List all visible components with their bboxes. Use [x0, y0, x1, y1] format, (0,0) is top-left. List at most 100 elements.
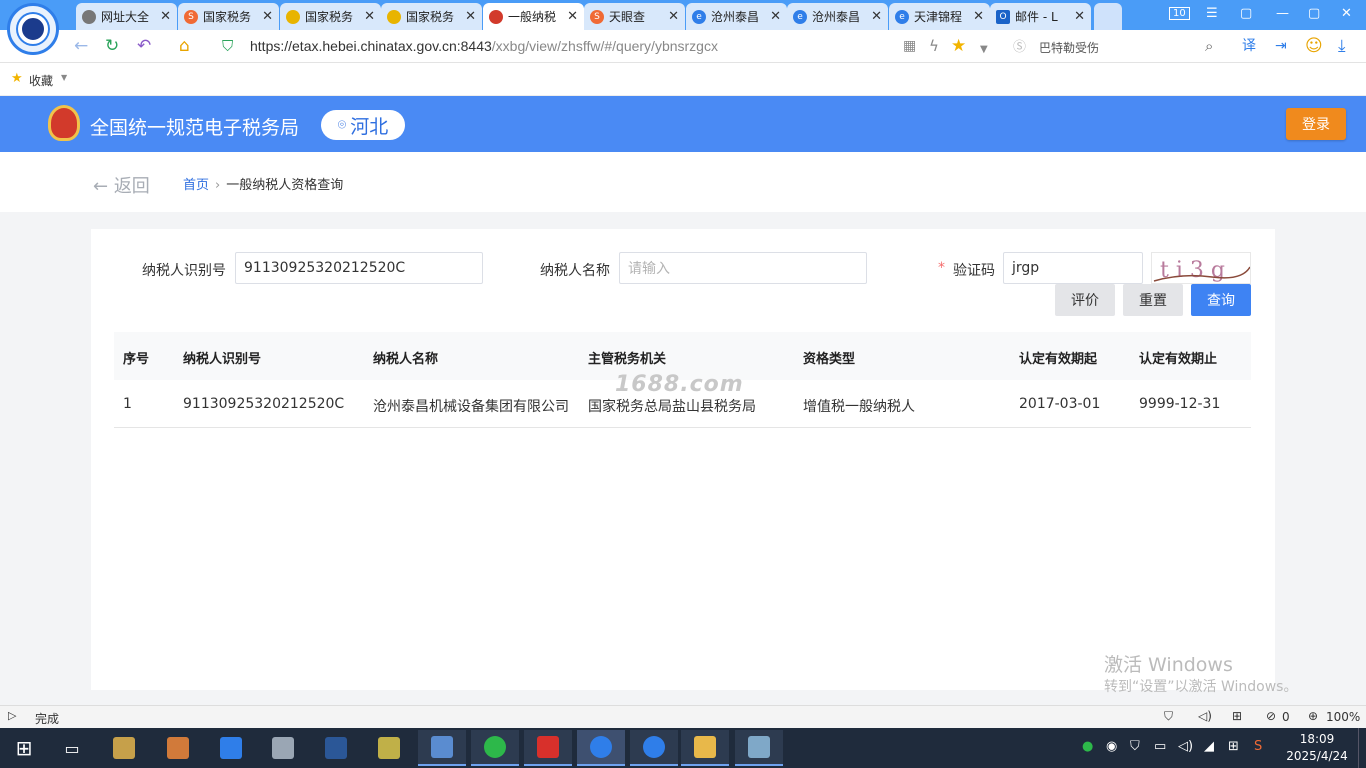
shield-tray-icon[interactable]: ⛉ — [1130, 739, 1140, 754]
required-asterisk: * — [938, 260, 945, 276]
taskbar-explorer[interactable] — [681, 730, 729, 766]
paint-icon — [113, 737, 135, 759]
back-arrow-icon[interactable]: ← — [74, 35, 88, 57]
skin-icon[interactable]: ▢ — [1240, 6, 1252, 21]
star-icon[interactable]: ★ — [951, 35, 966, 57]
browser-logo-icon[interactable] — [7, 3, 59, 55]
close-icon[interactable]: ✕ — [668, 9, 679, 24]
tab-1[interactable]: S 国家税务 ✕ — [178, 3, 279, 30]
rate-button[interactable]: 评价 — [1055, 284, 1115, 316]
task-view-button[interactable]: ▭ — [48, 730, 96, 766]
region-selector[interactable]: ⌾ 河北 — [321, 110, 405, 140]
captcha-image[interactable]: t i 3 g — [1151, 252, 1251, 284]
word-icon — [325, 737, 347, 759]
tab-4[interactable]: 一般纳税 ✕ — [483, 3, 584, 30]
tab-7[interactable]: e 沧州泰昌 ✕ — [787, 3, 888, 30]
taskbar-app[interactable] — [207, 730, 255, 766]
home-icon[interactable]: ⌂ — [179, 35, 190, 57]
start-button[interactable]: ⊞ — [0, 730, 48, 766]
zoom-icon[interactable]: ⊕ — [1308, 709, 1318, 723]
tab-0[interactable]: 网址大全 ✕ — [76, 3, 177, 30]
ime-icon[interactable]: ⊞ — [1228, 739, 1239, 754]
tab-8[interactable]: e 天津锦程 ✕ — [889, 3, 990, 30]
url-field[interactable]: https://etax.hebei.chinatax.gov.cn:8443/… — [250, 38, 718, 54]
chevron-down-icon[interactable]: ▼ — [61, 73, 67, 82]
taskbar-tool[interactable] — [154, 730, 202, 766]
close-icon[interactable]: ✕ — [973, 9, 984, 24]
login-icon[interactable]: ⇥ — [1275, 35, 1287, 57]
wechat-icon — [484, 736, 506, 758]
new-tab-button[interactable] — [1094, 3, 1122, 30]
tab-2[interactable]: 国家税务 ✕ — [280, 3, 381, 30]
zoom-level[interactable]: 100% — [1326, 710, 1360, 724]
taskbar-notes[interactable] — [735, 730, 783, 766]
shield-icon[interactable]: ⛉ — [1164, 709, 1173, 724]
close-icon[interactable]: ✕ — [1074, 9, 1085, 24]
lightning-icon[interactable]: ϟ — [929, 35, 939, 57]
translate-icon[interactable]: 译 — [1242, 35, 1256, 57]
close-window-icon[interactable]: ✕ — [1341, 6, 1352, 21]
taskbar-wechat[interactable] — [471, 730, 519, 766]
speaker-icon[interactable]: ◁) — [1198, 709, 1212, 723]
login-button[interactable]: 登录 — [1286, 108, 1346, 140]
qr-icon[interactable]: ▦ — [903, 35, 916, 57]
back-button[interactable]: ← 返回 — [93, 172, 150, 198]
taskbar-calculator[interactable] — [259, 730, 307, 766]
browser-tray-icon[interactable]: ◉ — [1106, 739, 1117, 754]
breadcrumb-bar: ← 返回 首页 › 一般纳税人资格查询 — [0, 152, 1366, 212]
volume-icon[interactable]: ◁) — [1178, 739, 1193, 754]
ad-block-icon[interactable]: ⊘ — [1266, 709, 1276, 723]
maximize-icon[interactable]: ▢ — [1308, 6, 1320, 21]
tab-5[interactable]: S 天眼查 ✕ — [584, 3, 685, 30]
download-icon[interactable]: ⤓ — [1338, 35, 1346, 57]
name-input[interactable]: 请输入 — [619, 252, 867, 284]
taskbar-wps[interactable] — [524, 730, 572, 766]
more-icon[interactable]: ☺ — [1305, 35, 1323, 57]
taskbar-browser[interactable] — [577, 730, 625, 766]
taskbar-paint[interactable] — [100, 730, 148, 766]
search-icon[interactable]: ⌕ — [1205, 35, 1213, 57]
search-hint[interactable]: 巴特勒受伤 — [1039, 39, 1099, 56]
breadcrumb-home[interactable]: 首页 — [183, 178, 209, 193]
close-icon[interactable]: ✕ — [160, 9, 171, 24]
menu-icon[interactable]: ☰ — [1206, 6, 1218, 21]
battery-icon[interactable]: ▭ — [1154, 739, 1166, 754]
sogou-icon[interactable]: S — [1254, 739, 1262, 754]
captcha-input[interactable]: jrgp — [1003, 252, 1143, 284]
close-icon[interactable]: ✕ — [567, 9, 578, 24]
ad-block-count: 0 — [1282, 710, 1290, 724]
close-icon[interactable]: ✕ — [262, 9, 273, 24]
taxid-label: 纳税人识别号 — [142, 263, 226, 279]
bookmark-label[interactable]: 收藏 — [29, 72, 53, 89]
tab-6[interactable]: e 沧州泰昌 ✕ — [686, 3, 787, 30]
show-desktop-button[interactable] — [1358, 728, 1366, 768]
minimize-icon[interactable]: — — [1276, 6, 1289, 21]
tab-9[interactable]: O 邮件 - L ✕ — [990, 3, 1091, 30]
close-icon[interactable]: ✕ — [465, 9, 476, 24]
taskbar-word[interactable] — [312, 730, 360, 766]
taxid-input[interactable]: 91130925320212520C — [235, 252, 483, 284]
network-icon[interactable]: ◢ — [1204, 739, 1214, 754]
cell-index: 1 — [123, 396, 132, 412]
refresh-icon[interactable]: ↻ — [105, 35, 119, 57]
taskbar-browser-2[interactable] — [630, 730, 678, 766]
taskbar-pencils[interactable] — [365, 730, 413, 766]
close-icon[interactable]: ✕ — [364, 9, 375, 24]
undo-icon[interactable]: ↶ — [137, 35, 151, 57]
tab-count-badge[interactable]: 10 — [1169, 7, 1190, 20]
close-icon[interactable]: ✕ — [770, 9, 781, 24]
site-title: 全国统一规范电子税务局 — [90, 117, 300, 139]
close-icon[interactable]: ✕ — [871, 9, 882, 24]
tab-3[interactable]: 国家税务 ✕ — [381, 3, 482, 30]
tax-emblem-icon — [48, 105, 80, 141]
play-icon[interactable]: ▷ — [8, 709, 16, 722]
chevron-down-icon[interactable]: ▼ — [980, 39, 988, 61]
cell-name: 沧州泰昌机械设备集团有限公司 — [373, 399, 569, 415]
star-icon: ★ — [11, 71, 23, 86]
taskbar-contacts[interactable] — [418, 730, 466, 766]
lock-icon[interactable]: ⊞ — [1232, 709, 1242, 723]
wechat-tray-icon[interactable]: ● — [1082, 739, 1093, 754]
reset-button[interactable]: 重置 — [1123, 284, 1183, 316]
query-button[interactable]: 查询 — [1191, 284, 1251, 316]
system-clock[interactable]: 18:09 2025/4/24 — [1284, 731, 1350, 765]
